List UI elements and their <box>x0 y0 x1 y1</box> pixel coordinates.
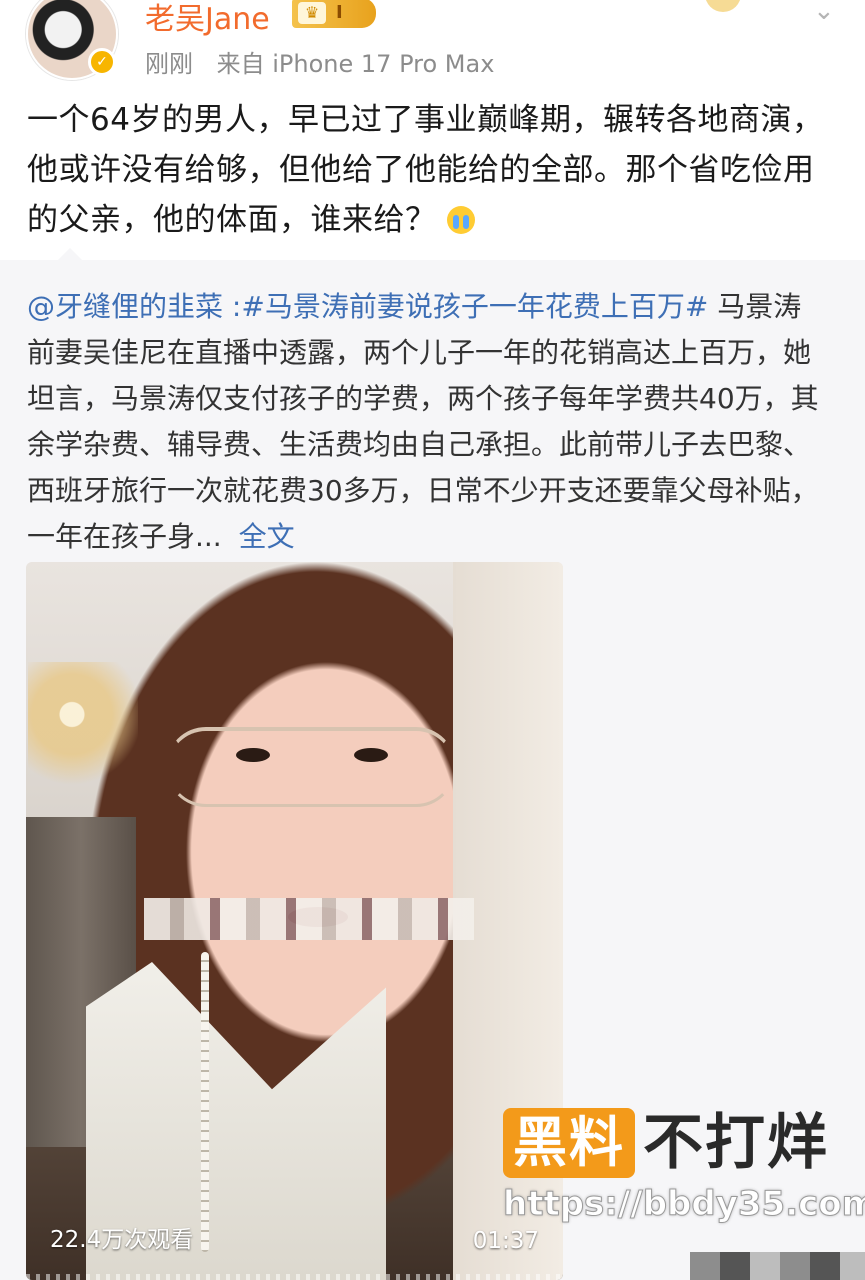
author-mention-link[interactable]: @牙缝俚的韭菜 <box>27 290 223 323</box>
post-time: 刚刚 <box>145 50 193 78</box>
repost-body: @牙缝俚的韭菜 :#马景涛前妻说孩子一年花费上百万# 马景涛前妻吴佳尼在直播中透… <box>27 284 827 560</box>
vip-badge: ♛ I <box>292 0 376 28</box>
post-body: 一个64岁的男人，早已过了事业巅峰期，辗转各地商演，他或许没有给够，但他给了他能… <box>27 95 839 245</box>
username[interactable]: 老吴Jane <box>145 0 270 38</box>
post-meta: 刚刚 来自 iPhone 17 Pro Max <box>145 44 510 79</box>
watermark-title: 不打烊 <box>643 1108 829 1178</box>
post-text: 一个64岁的男人，早已过了事业巅峰期，辗转各地商演，他或许没有给够，但他给了他能… <box>27 102 824 238</box>
watermark-url: https://bbdy35.com <box>502 1184 865 1225</box>
mention-separator: : <box>223 290 242 323</box>
corner-mosaic <box>690 1252 865 1280</box>
repost-text: 马景涛前妻吴佳尼在直播中透露，两个儿子一年的花销高达上百万，她坦言，马景涛仅支付… <box>27 290 819 553</box>
verified-badge-icon: ✓ <box>88 48 116 76</box>
post-header: ✓ 老吴Jane ♛ I ⌄ 刚刚 来自 iPhone 17 Pro Max <box>0 0 865 90</box>
watermark-logo: 黑料 <box>503 1108 635 1178</box>
left-eye-image <box>236 748 270 762</box>
repost-notch <box>58 248 82 260</box>
mosaic-overlay <box>144 898 474 940</box>
view-count: 22.4万次观看 <box>50 1227 194 1253</box>
video-progress-bar[interactable] <box>26 1274 563 1280</box>
weibo-post: ✓ 老吴Jane ♛ I ⌄ 刚刚 来自 iPhone 17 Pro Max 一… <box>0 0 865 1280</box>
chandelier-image <box>28 662 138 812</box>
crying-emoji-icon <box>446 206 475 234</box>
topic-link[interactable]: #马景涛前妻说孩子一年花费上百万# <box>241 290 708 323</box>
post-source: 来自 iPhone 17 Pro Max <box>216 50 495 78</box>
decoration-icon <box>705 0 741 12</box>
video-player[interactable]: 22.4万次观看 01:37 <box>26 562 563 1280</box>
glasses-image <box>166 727 456 807</box>
necklace-image <box>201 952 209 1252</box>
full-text-link[interactable]: 全文 <box>239 520 295 553</box>
chevron-down-icon[interactable]: ⌄ <box>813 0 839 24</box>
right-eye-image <box>354 748 388 762</box>
vip-level: I <box>336 2 343 23</box>
crown-icon: ♛ <box>298 2 326 24</box>
